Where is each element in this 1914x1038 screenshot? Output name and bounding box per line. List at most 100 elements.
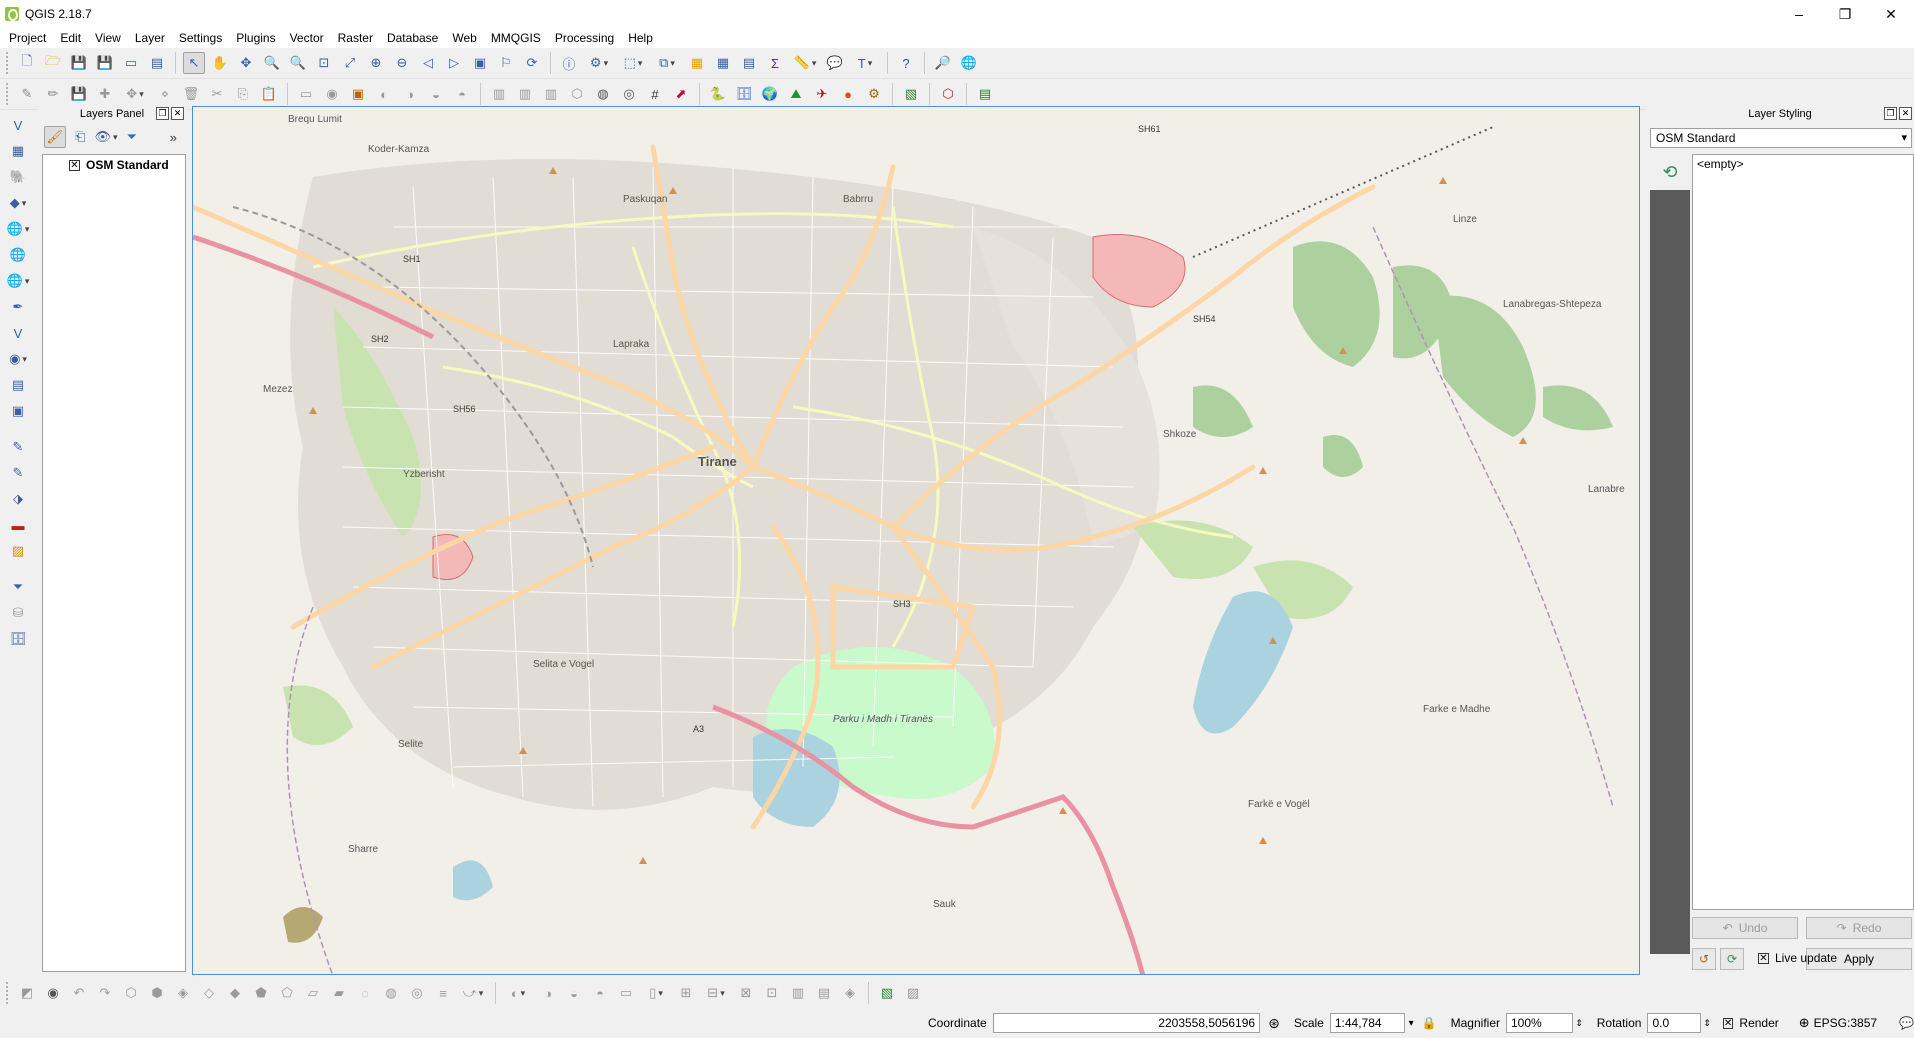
digitize-tool-22-icon[interactable]: ▯ bbox=[641, 982, 671, 1004]
menu-database[interactable]: Database bbox=[380, 31, 445, 45]
digitize-tool-16-icon[interactable]: ⤻ bbox=[458, 982, 488, 1004]
menu-mmqgis[interactable]: MMQGIS bbox=[484, 31, 548, 45]
undo-button[interactable]: ↶ Undo bbox=[1692, 917, 1798, 939]
pan-to-selection-icon[interactable]: ✥ bbox=[235, 52, 257, 74]
save-project-icon[interactable]: 💾 bbox=[68, 52, 90, 74]
apply-preset-icon[interactable]: ⟳ bbox=[1720, 948, 1744, 970]
processing-toolbox-icon[interactable]: ⏷ bbox=[6, 576, 30, 598]
digitize-tool-9-icon[interactable]: ⬠ bbox=[276, 982, 298, 1004]
zoom-next-icon[interactable]: ▷ bbox=[443, 52, 465, 74]
layer-select-dropdown[interactable]: OSM Standard bbox=[1650, 128, 1912, 148]
toolbar-grip[interactable] bbox=[6, 982, 10, 1004]
layer-item-osm-standard[interactable]: ✕ OSM Standard bbox=[43, 155, 185, 172]
digitize-tool-25-icon[interactable]: ⊠ bbox=[735, 982, 757, 1004]
new-bookmark-icon[interactable]: ⚐ bbox=[495, 52, 517, 74]
add-mssql-layer-icon[interactable]: ◉ bbox=[6, 348, 30, 370]
toggle-extents-icon[interactable]: ⊛ bbox=[1268, 1015, 1280, 1032]
add-wcs-layer-icon[interactable]: 🌐 bbox=[6, 244, 30, 266]
digitize-tool-21-icon[interactable]: ▭ bbox=[615, 982, 637, 1004]
digitize-tool-11-icon[interactable]: ▰ bbox=[328, 982, 350, 1004]
deselect-all-icon[interactable]: ▦ bbox=[686, 52, 708, 74]
move-feature-icon[interactable]: ✥ bbox=[120, 83, 150, 105]
magnifier-stepper-icon[interactable]: ⇕ bbox=[1575, 1018, 1583, 1029]
digitize-tool-29-icon[interactable]: ◈ bbox=[839, 982, 861, 1004]
zoom-selection-icon[interactable]: ⊕ bbox=[365, 52, 387, 74]
digitize-tool-1-icon[interactable]: ◩ bbox=[16, 982, 38, 1004]
manage-map-themes-icon[interactable]: 👁 bbox=[95, 126, 117, 148]
layer-visibility-checkbox[interactable]: ✕ bbox=[69, 159, 80, 171]
toolbar-grip[interactable] bbox=[6, 52, 10, 74]
scale-combobox[interactable]: 1:44,784 bbox=[1329, 1013, 1405, 1033]
menu-layer[interactable]: Layer bbox=[128, 31, 172, 45]
digitize-tool-18-icon[interactable]: ◑ bbox=[537, 982, 559, 1004]
digitize-tool-26-icon[interactable]: ⊡ bbox=[761, 982, 783, 1004]
menu-processing[interactable]: Processing bbox=[548, 31, 621, 45]
pin-labels-icon[interactable]: ◉ bbox=[321, 83, 343, 105]
new-map-view-icon[interactable]: ▣ bbox=[469, 52, 491, 74]
digitize-tool-24-icon[interactable]: ⊟ bbox=[701, 982, 731, 1004]
menu-project[interactable]: Project bbox=[2, 31, 53, 45]
digitize-tool-28-icon[interactable]: ▤ bbox=[813, 982, 835, 1004]
add-delimited-text-icon[interactable]: ✒ bbox=[6, 296, 30, 318]
float-panel-icon[interactable]: ❐ bbox=[156, 107, 169, 120]
digitize-tool-30-icon[interactable]: ▧ bbox=[876, 982, 898, 1004]
add-postgis-layer-icon[interactable]: 🐘 bbox=[6, 166, 30, 188]
plugin-tool-12-icon[interactable]: ⬡ bbox=[937, 83, 959, 105]
globe-icon[interactable]: 🌍 bbox=[759, 83, 781, 105]
reset-style-icon[interactable]: ↺ bbox=[1692, 948, 1716, 970]
new-geopackage-icon[interactable]: ⬗ bbox=[6, 488, 30, 510]
close-button[interactable]: ✕ bbox=[1868, 0, 1914, 28]
add-spatialite-layer-icon[interactable]: ◆ bbox=[6, 192, 30, 214]
refresh-icon[interactable]: ⟳ bbox=[521, 52, 543, 74]
current-edits-icon[interactable]: ✎ bbox=[16, 83, 38, 105]
plugin-tool-8-icon[interactable]: ✈ bbox=[811, 83, 833, 105]
digitize-tool-8-icon[interactable]: ⬟ bbox=[250, 982, 272, 1004]
field-calculator-icon[interactable]: ▤ bbox=[738, 52, 760, 74]
digitize-tool-17-icon[interactable]: ◐ bbox=[503, 982, 533, 1004]
menu-settings[interactable]: Settings bbox=[172, 31, 229, 45]
touch-zoom-icon[interactable]: ↖ bbox=[183, 52, 205, 74]
restore-button[interactable]: ❐ bbox=[1822, 0, 1868, 28]
delete-selected-icon[interactable]: 🗑 bbox=[180, 83, 202, 105]
rotation-spinbox[interactable]: 0.0 bbox=[1647, 1013, 1702, 1033]
identify-icon[interactable]: ⓘ bbox=[558, 52, 580, 74]
digitize-tool-7-icon[interactable]: ◆ bbox=[224, 982, 246, 1004]
menu-vector[interactable]: Vector bbox=[283, 31, 331, 45]
plugin-tool-1-icon[interactable]: ▥ bbox=[488, 83, 510, 105]
plugin-tool-7-icon[interactable]: ⬈ bbox=[670, 83, 692, 105]
menu-help[interactable]: Help bbox=[621, 31, 660, 45]
cut-features-icon[interactable]: ✂ bbox=[206, 83, 228, 105]
menu-edit[interactable]: Edit bbox=[53, 31, 88, 45]
scale-dropdown-icon[interactable]: ▾ bbox=[1409, 1018, 1414, 1029]
add-feature-icon[interactable]: ✚ bbox=[94, 83, 116, 105]
digitize-tool-23-icon[interactable]: ⊞ bbox=[675, 982, 697, 1004]
coordinate-field[interactable]: 2203558,5056196 bbox=[992, 1013, 1261, 1033]
float-panel-icon[interactable]: ❐ bbox=[1884, 107, 1897, 120]
redo-button[interactable]: ↷ Redo bbox=[1806, 917, 1912, 939]
new-temporary-layer-icon[interactable]: ▬ bbox=[6, 514, 30, 536]
pan-map-icon[interactable]: ✋ bbox=[209, 52, 231, 74]
composer-manager-icon[interactable]: ▤ bbox=[146, 52, 168, 74]
message-log-icon[interactable]: 💬 bbox=[1899, 1016, 1914, 1030]
database-manager-icon[interactable]: 🗄 bbox=[6, 628, 30, 650]
web-search-icon[interactable]: 🌐 bbox=[958, 52, 980, 74]
toggle-editing-icon[interactable]: ✏ bbox=[42, 83, 64, 105]
plugin-tool-2-icon[interactable]: ▥ bbox=[514, 83, 536, 105]
highlight-pinned-icon[interactable]: ◐ bbox=[373, 83, 395, 105]
live-update-checkbox[interactable]: ✕ bbox=[1758, 952, 1769, 964]
digitize-tool-20-icon[interactable]: ◓ bbox=[589, 982, 611, 1004]
zoom-out-icon[interactable]: 🔍 bbox=[287, 52, 309, 74]
open-project-icon[interactable]: 🗁 bbox=[42, 52, 64, 74]
plugin-tool-4-icon[interactable]: ⬡ bbox=[566, 83, 588, 105]
new-shapefile-icon[interactable]: ✎ bbox=[6, 436, 30, 458]
transparency-tab-icon[interactable]: ⟲ bbox=[1650, 154, 1690, 190]
minimize-button[interactable]: – bbox=[1776, 0, 1822, 28]
rotate-label-icon[interactable]: ◒ bbox=[425, 83, 447, 105]
zoom-native-icon[interactable]: ⊡ bbox=[313, 52, 335, 74]
zoom-last-icon[interactable]: ◁ bbox=[417, 52, 439, 74]
save-edits-icon[interactable]: 💾 bbox=[68, 83, 90, 105]
grass-tools-icon[interactable]: ⛁ bbox=[6, 602, 30, 624]
digitize-tool-19-icon[interactable]: ◒ bbox=[563, 982, 585, 1004]
add-wms-layer-icon[interactable]: 🌐 bbox=[6, 218, 30, 240]
lock-scale-icon[interactable]: 🔒 bbox=[1422, 1016, 1437, 1030]
